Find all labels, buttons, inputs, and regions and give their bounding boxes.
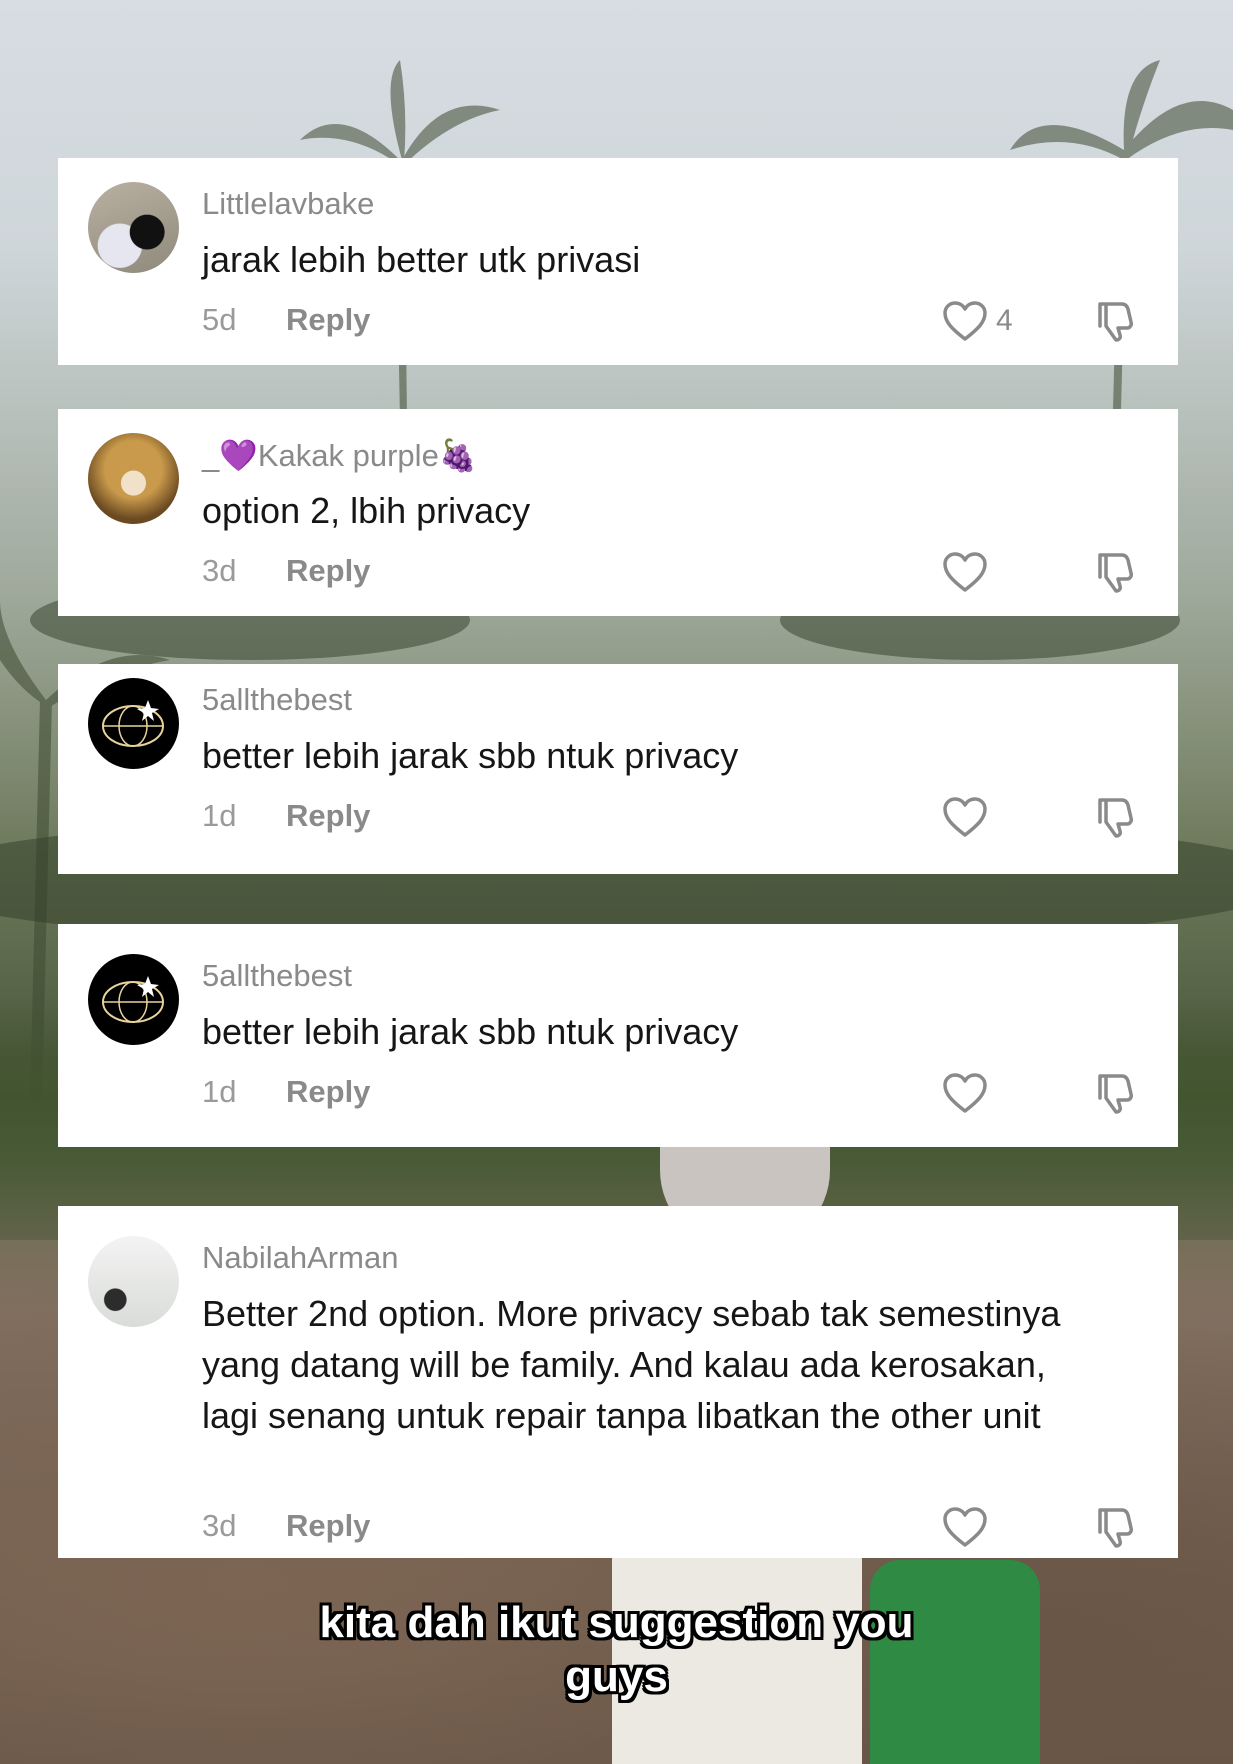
thumbs-down-icon[interactable] [1092,298,1136,342]
username-prefix: _ [202,438,220,473]
comment-username[interactable]: 5allthebest [202,958,352,994]
reply-button[interactable]: Reply [286,798,370,834]
heart-outline-icon[interactable] [942,1072,988,1114]
heart-outline-icon[interactable] [942,300,988,342]
comment-text: better lebih jarak sbb ntuk privacy [202,735,739,776]
comment-text: jarak lebih better utk privasi [202,239,641,280]
heart-outline-icon[interactable] [942,551,988,593]
caption-line-2: guys [565,1652,668,1701]
comment-username[interactable]: _💜Kakak purple🍇 [202,437,477,474]
caption-line-1: kita dah ikut suggestion you [319,1598,914,1647]
comment-username[interactable]: Littlelavbake [202,186,374,222]
reply-button[interactable]: Reply [286,1508,370,1544]
comment-username[interactable]: 5allthebest [202,682,352,718]
comment-text: option 2, lbih privacy [202,490,531,531]
heart-outline-icon[interactable] [942,796,988,838]
globe-logo-icon [102,700,164,747]
reply-button[interactable]: Reply [286,1074,370,1110]
comment-card: 5allthebest better lebih jarak sbb ntuk … [58,664,1178,874]
avatar[interactable] [88,433,179,524]
comment-card: Littlelavbake jarak lebih better utk pri… [58,158,1178,365]
comment-time: 5d [202,302,237,337]
comment-time: 3d [202,1508,237,1543]
reply-button[interactable]: Reply [286,553,370,589]
comment-text: Better 2nd option. More privacy sebab ta… [202,1293,1061,1436]
comment-time: 1d [202,798,237,833]
username-main: Kakak purple [257,438,439,473]
video-caption: kita dah ikut suggestion you guys [0,1596,1233,1704]
thumbs-down-icon[interactable] [1092,794,1136,838]
comment-card: NabilahArman Better 2nd option. More pri… [58,1206,1178,1558]
comment-time: 1d [202,1074,237,1109]
reply-button[interactable]: Reply [286,302,370,338]
heart-outline-icon[interactable] [942,1506,988,1548]
avatar[interactable] [88,678,179,769]
thumbs-down-icon[interactable] [1092,549,1136,593]
globe-logo-icon [102,976,164,1023]
avatar[interactable] [88,182,179,273]
comment-card: 5allthebest better lebih jarak sbb ntuk … [58,924,1178,1147]
thumbs-down-icon[interactable] [1092,1070,1136,1114]
purple-heart-emoji: 💜 [219,438,258,473]
like-count: 4 [996,304,1013,337]
avatar[interactable] [88,954,179,1045]
comment-time: 3d [202,553,237,588]
grapes-emoji: 🍇 [438,438,478,473]
avatar[interactable] [88,1236,179,1327]
comment-text: better lebih jarak sbb ntuk privacy [202,1011,739,1052]
comment-card: _💜Kakak purple🍇 option 2, lbih privacy 3… [58,409,1178,616]
comment-username[interactable]: NabilahArman [202,1240,398,1276]
thumbs-down-icon[interactable] [1092,1504,1136,1548]
